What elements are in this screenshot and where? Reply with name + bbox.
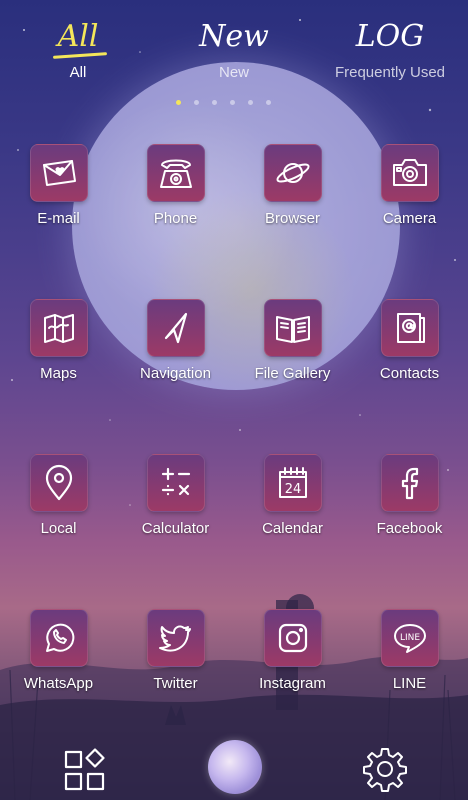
app-calendar[interactable]: 24 Calendar — [234, 450, 351, 600]
app-email[interactable]: E-mail — [0, 140, 117, 290]
file-gallery-tile — [264, 299, 322, 357]
home-screen: All All New New LOG Frequently Used E-ma… — [0, 0, 468, 800]
tab-all[interactable]: All All — [3, 14, 153, 94]
page-dot-6 — [266, 100, 271, 105]
tab-frequently-used[interactable]: LOG Frequently Used — [315, 14, 465, 94]
app-contacts-label: Contacts — [379, 365, 440, 382]
email-tile — [30, 144, 88, 202]
app-facebook[interactable]: Facebook — [351, 450, 468, 600]
rotary-phone-icon — [160, 159, 192, 188]
whatsapp-icon — [46, 623, 75, 652]
app-browser-label: Browser — [264, 210, 320, 227]
app-calculator-label: Calculator — [141, 520, 210, 537]
navigation-arrow-icon — [164, 312, 188, 344]
facebook-icon — [401, 467, 419, 500]
app-file-gallery[interactable]: File Gallery — [234, 295, 351, 445]
instagram-icon — [278, 623, 308, 653]
app-line[interactable]: LINE LINE — [351, 605, 468, 755]
app-twitter-label: Twitter — [153, 675, 198, 692]
app-camera-label: Camera — [382, 210, 437, 227]
twitter-tile — [147, 609, 205, 667]
app-instagram[interactable]: Instagram — [234, 605, 351, 755]
map-icon — [44, 314, 74, 343]
settings-button[interactable] — [360, 744, 410, 794]
instagram-tile — [264, 609, 322, 667]
local-tile — [30, 454, 88, 512]
app-drawer-button[interactable] — [60, 744, 110, 794]
settings-gear-icon — [363, 748, 407, 792]
page-dot-4 — [230, 100, 235, 105]
app-calendar-label: Calendar — [262, 520, 323, 537]
calculator-tile — [147, 454, 205, 512]
app-maps-label: Maps — [40, 365, 77, 382]
camera-tile — [381, 144, 439, 202]
facebook-tile — [381, 454, 439, 512]
bird-icon — [159, 625, 191, 652]
calendar-day-number: 24 — [285, 482, 302, 497]
camera-icon — [393, 159, 427, 186]
app-maps[interactable]: Maps — [0, 295, 117, 445]
page-dot-2 — [194, 100, 199, 105]
app-camera[interactable]: Camera — [351, 140, 468, 290]
app-instagram-label: Instagram — [259, 675, 326, 692]
moon-theme-button[interactable] — [208, 740, 262, 794]
app-navigation[interactable]: Navigation — [117, 295, 234, 445]
planet-icon — [276, 163, 310, 183]
tab-all-label: All — [69, 64, 87, 81]
app-line-label: LINE — [392, 675, 427, 692]
page-dot-5 — [248, 100, 253, 105]
navigation-tile — [147, 299, 205, 357]
app-browser[interactable]: Browser — [234, 140, 351, 290]
line-bubble-icon: LINE — [394, 624, 426, 653]
app-file-gallery-label: File Gallery — [254, 365, 331, 382]
app-calculator[interactable]: Calculator — [117, 450, 234, 600]
address-book-icon — [397, 313, 425, 343]
envelope-heart-icon — [43, 160, 76, 186]
location-pin-icon — [45, 464, 73, 501]
app-contacts[interactable]: Contacts — [351, 295, 468, 445]
bottom-dock — [0, 738, 468, 800]
browser-tile — [264, 144, 322, 202]
app-navigation-label: Navigation — [140, 365, 211, 382]
line-icon-text: LINE — [400, 633, 420, 643]
category-tabs: All All New New LOG Frequently Used — [0, 14, 468, 94]
app-phone[interactable]: Phone — [117, 140, 234, 290]
tab-new-script: New — [199, 19, 269, 54]
app-local[interactable]: Local — [0, 450, 117, 600]
maps-tile — [30, 299, 88, 357]
calendar-icon: 24 — [279, 467, 307, 498]
app-phone-label: Phone — [153, 210, 198, 227]
calendar-tile: 24 — [264, 454, 322, 512]
tab-frequently-used-label: Frequently Used — [334, 64, 446, 81]
app-local-label: Local — [40, 520, 77, 537]
page-dot-3 — [212, 100, 217, 105]
contacts-tile — [381, 299, 439, 357]
phone-tile — [147, 144, 205, 202]
tab-new[interactable]: New New — [159, 14, 309, 94]
app-drawer-grid-icon — [64, 748, 105, 791]
line-tile: LINE — [381, 609, 439, 667]
page-indicator — [176, 100, 271, 108]
app-twitter[interactable]: Twitter — [117, 605, 234, 755]
app-whatsapp-label: WhatsApp — [23, 675, 94, 692]
app-facebook-label: Facebook — [376, 520, 443, 537]
page-dot-1 — [176, 100, 181, 105]
open-book-icon — [276, 316, 310, 343]
app-whatsapp[interactable]: WhatsApp — [0, 605, 117, 755]
calculator-icon — [161, 467, 191, 496]
tab-new-label: New — [218, 64, 249, 81]
tab-frequently-used-script: LOG — [355, 19, 425, 54]
whatsapp-tile — [30, 609, 88, 667]
app-email-label: E-mail — [37, 210, 80, 227]
